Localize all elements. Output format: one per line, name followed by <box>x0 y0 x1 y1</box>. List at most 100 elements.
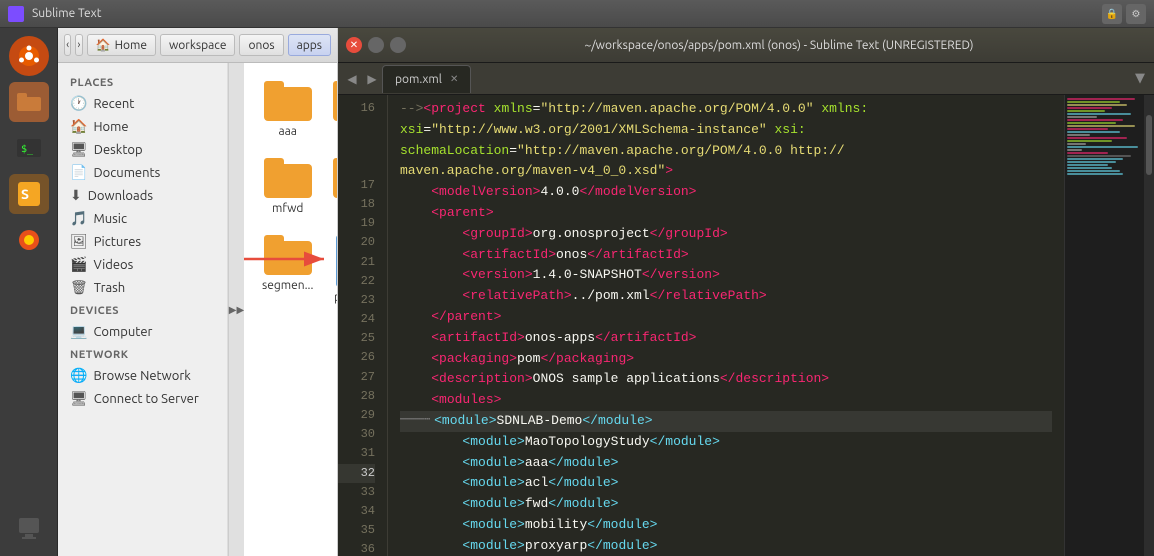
code-line: <module>fwd</module> <box>400 494 1052 515</box>
sidebar-item-home[interactable]: 🏠 Home <box>58 115 227 138</box>
fm-sidebar: Places 🕐 Recent 🏠 Home 🖥 Desktop 📄 Docum… <box>58 63 228 556</box>
code-line: <modelVersion>4.0.0</modelVersion> <box>400 182 1052 203</box>
dock-item-firefox[interactable] <box>9 220 49 260</box>
documents-icon: 📄 <box>70 164 87 181</box>
code-line: xsi="http://www.w3.org/2001/XMLSchema-in… <box>400 120 1052 141</box>
settings-button[interactable]: ⚙ <box>1126 4 1146 24</box>
nav-back-button[interactable]: ‹ <box>64 34 71 56</box>
devices-section-title: Devices <box>58 299 227 320</box>
sidebar-item-label: Pictures <box>94 235 141 249</box>
list-item[interactable]: aaa <box>256 75 319 144</box>
code-editor[interactable]: --><project xmlns="http://maven.apache.o… <box>388 95 1064 556</box>
path-workspace-label: workspace <box>169 39 227 52</box>
dock-item-files[interactable] <box>9 82 49 122</box>
file-manager: ‹ › 🏠 Home workspace onos apps Places <box>58 28 338 556</box>
pictures-icon: 🖼 <box>70 233 88 250</box>
tab-nav-left[interactable]: ◀ <box>342 69 362 89</box>
tab-close-button[interactable]: ✕ <box>450 73 458 85</box>
code-line: <parent> <box>400 203 1052 224</box>
sidebar-item-pictures[interactable]: 🖼 Pictures <box>58 230 227 253</box>
folder-icon <box>264 158 312 198</box>
file-grid: aaa demo <box>252 71 329 314</box>
fm-toolbar: ‹ › 🏠 Home workspace onos apps <box>58 28 337 63</box>
editor-content: 16 17 18 19 20 21 22 23 24 25 26 27 28 <box>338 95 1154 556</box>
svg-text:$_: $_ <box>21 144 34 155</box>
editor-scrollbar[interactable] <box>1144 95 1154 556</box>
path-onos-button[interactable]: onos <box>239 34 283 56</box>
file-label: segmen... <box>262 279 313 292</box>
sidebar-item-label: Home <box>93 120 128 134</box>
editor-min-button[interactable] <box>368 37 384 53</box>
sidebar-item-music[interactable]: 🎵 Music <box>58 207 227 230</box>
dock-item-home[interactable] <box>9 36 49 76</box>
fm-files: aaa demo <box>244 63 337 556</box>
code-line: </parent> <box>400 307 1052 328</box>
dock-item-sublime[interactable]: S <box>9 174 49 214</box>
tab-dropdown-button[interactable]: ▼ <box>1130 69 1150 89</box>
code-line: ⋯⋯⋯⋯⋯ <module>SDNLAB-Demo</module> <box>400 411 1052 432</box>
sidebar-item-connect-server[interactable]: 🖥 Connect to Server <box>58 387 227 410</box>
arrow-indicator <box>244 249 336 272</box>
places-section-title: Places <box>58 71 227 92</box>
panel-toggle[interactable]: ▶ ▶ <box>228 63 244 556</box>
sidebar-item-computer[interactable]: 💻 Computer <box>58 320 227 343</box>
scrollbar-thumb[interactable] <box>1146 115 1152 175</box>
sidebar-item-trash[interactable]: 🗑 Trash <box>58 276 227 299</box>
list-item[interactable]: mfwd <box>256 152 319 221</box>
videos-icon: 🎬 <box>70 256 87 273</box>
sidebar-item-label: Music <box>93 212 127 226</box>
code-line: <packaging>pom</packaging> <box>400 349 1052 370</box>
sidebar-item-label: Computer <box>93 325 152 339</box>
sidebar-item-desktop[interactable]: 🖥 Desktop <box>58 138 227 161</box>
sidebar-item-downloads[interactable]: ⬇ Downloads <box>58 184 227 207</box>
list-item[interactable]: pim <box>327 152 337 221</box>
sidebar-item-videos[interactable]: 🎬 Videos <box>58 253 227 276</box>
file-label: aaa <box>278 125 297 138</box>
sidebar-item-documents[interactable]: 📄 Documents <box>58 161 227 184</box>
dock: $_ S <box>0 28 58 556</box>
recent-icon: 🕐 <box>70 95 87 112</box>
music-icon: 🎵 <box>70 210 87 227</box>
code-line: <relativePath>../pom.xml</relativePath> <box>400 286 1052 307</box>
code-line: <module>acl</module> <box>400 473 1052 494</box>
sidebar-item-recent[interactable]: 🕐 Recent <box>58 92 227 115</box>
editor-max-button[interactable] <box>390 37 406 53</box>
path-onos-label: onos <box>248 39 274 52</box>
nav-forward-button[interactable]: › <box>75 34 82 56</box>
app-title: Sublime Text <box>32 7 1094 20</box>
editor-tab-pom[interactable]: pom.xml ✕ <box>382 65 471 93</box>
path-workspace-button[interactable]: workspace <box>160 34 236 56</box>
home-icon: 🏠 <box>70 118 87 135</box>
browse-network-icon: 🌐 <box>70 367 87 384</box>
dock-item-settings[interactable] <box>9 508 49 548</box>
path-home-button[interactable]: 🏠 Home <box>87 34 156 56</box>
desktop-icon: 🖥 <box>70 141 88 158</box>
sidebar-item-browse-network[interactable]: 🌐 Browse Network <box>58 364 227 387</box>
computer-icon: 💻 <box>70 323 87 340</box>
xml-file-icon: <? xml <box>336 235 337 287</box>
path-home-label: Home <box>115 39 147 52</box>
sidebar-item-label: Videos <box>93 258 133 272</box>
file-label: pom.xml <box>334 291 337 304</box>
minimize-button[interactable]: 🔒 <box>1102 4 1122 24</box>
main-area: $_ S ‹ › 🏠 Home workspace onos <box>0 28 1154 556</box>
code-line: <module>mobility</module> <box>400 515 1052 536</box>
folder-icon <box>264 81 312 121</box>
code-line: --><project xmlns="http://maven.apache.o… <box>400 99 1052 120</box>
minimap <box>1064 95 1144 556</box>
list-item[interactable]: demo <box>327 75 337 144</box>
tab-nav-right[interactable]: ▶ <box>362 69 382 89</box>
sidebar-item-label: Trash <box>94 281 125 295</box>
list-item[interactable]: <? xml pom.xml <box>327 229 337 310</box>
code-line: <module>aaa</module> <box>400 453 1052 474</box>
path-apps-button[interactable]: apps <box>288 34 331 56</box>
window-controls: 🔒 ⚙ <box>1102 4 1146 24</box>
network-section-title: Network <box>58 343 227 364</box>
editor-area: ✕ ~/workspace/onos/apps/pom.xml (onos) -… <box>338 28 1154 556</box>
editor-close-button[interactable]: ✕ <box>346 37 362 53</box>
titlebar: Sublime Text 🔒 ⚙ <box>0 0 1154 28</box>
dock-item-terminal[interactable]: $_ <box>9 128 49 168</box>
sidebar-item-label: Connect to Server <box>94 392 199 406</box>
file-label: mfwd <box>272 202 303 215</box>
code-line: schemaLocation="http://maven.apache.org/… <box>400 141 1052 162</box>
